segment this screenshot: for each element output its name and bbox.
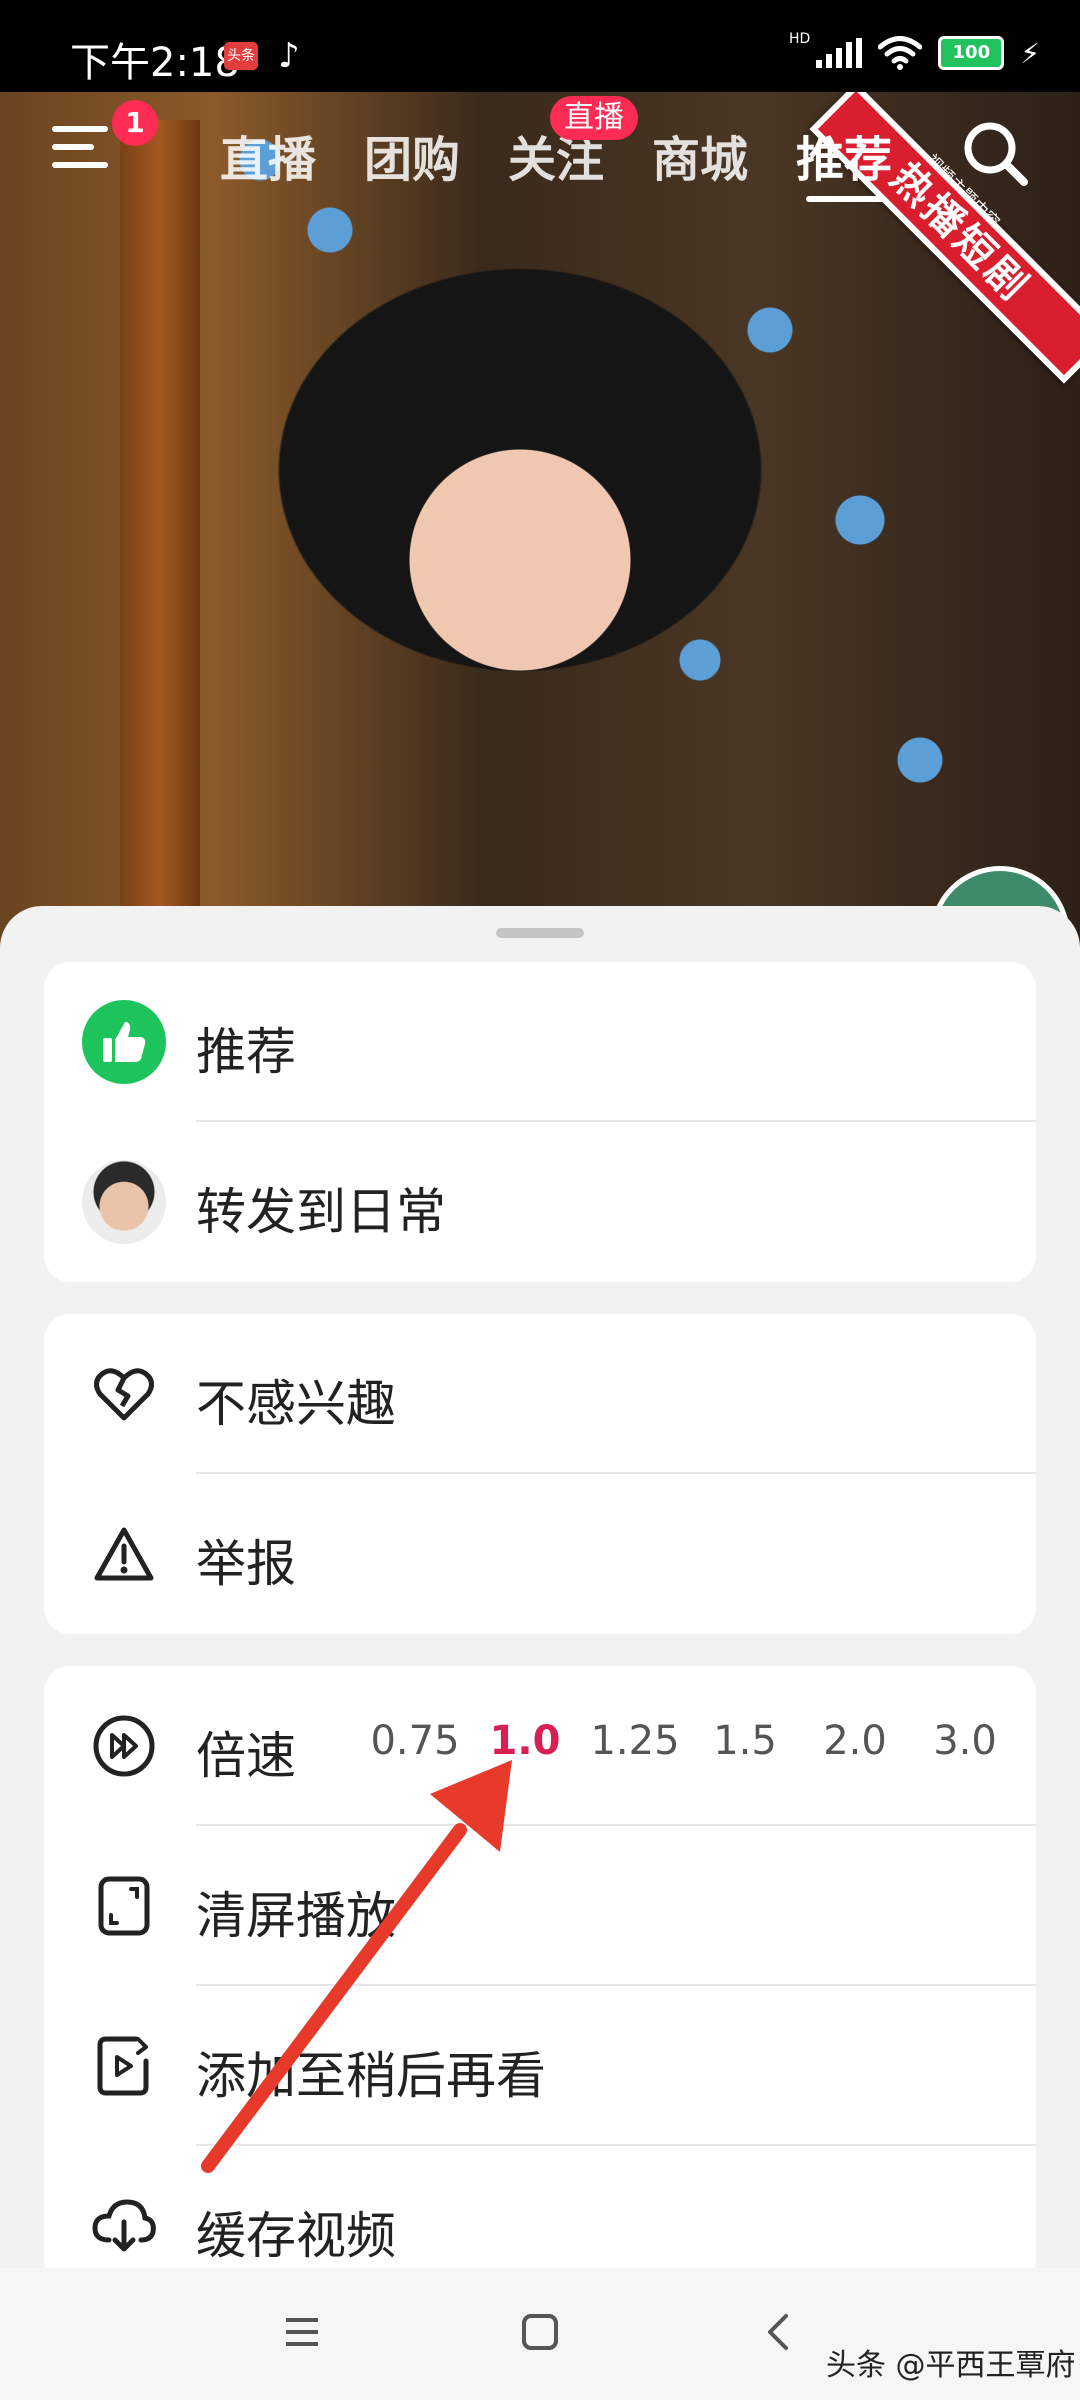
report-label: 举报 (196, 1535, 296, 1593)
speed-option[interactable]: 3.0 (910, 1718, 1020, 1764)
tab-mall[interactable]: 商城 (652, 120, 748, 190)
live-badge: 直播 (550, 96, 638, 140)
wifi-icon (878, 36, 923, 70)
speed-options: 0.75 1.0 1.25 1.5 2.0 3.0 (360, 1718, 1020, 1764)
cache-video-row[interactable]: 缓存视频 (44, 2146, 1036, 2268)
not-interested-row[interactable]: 不感兴趣 (44, 1314, 1036, 1474)
recommend-label: 推荐 (196, 1023, 296, 1081)
speed-option[interactable]: 1.25 (580, 1718, 690, 1764)
avatar (82, 1160, 166, 1244)
active-tab-indicator (806, 196, 886, 202)
charging-icon: ⚡ (1020, 36, 1040, 70)
hd-indicator: HD (789, 31, 811, 47)
toutiao-app-icon: 头条 (224, 42, 258, 70)
report-row[interactable]: 举报 (44, 1474, 1036, 1634)
share-card: 推荐 转发到日常 (44, 962, 1036, 1282)
playback-card: 倍速 0.75 1.0 1.25 1.5 2.0 3.0 清屏播放 添加至稍后再… (44, 1666, 1036, 2268)
not-interested-label: 不感兴趣 (196, 1375, 396, 1433)
thumbs-up-icon (82, 1000, 166, 1084)
repost-daily-label: 转发到日常 (196, 1183, 446, 1241)
tiktok-icon: ♪ (278, 36, 300, 76)
video-frame-pillar (120, 120, 200, 940)
sheet-drag-handle[interactable] (496, 928, 584, 938)
repost-daily-row[interactable]: 转发到日常 (44, 1122, 1036, 1282)
watch-later-icon (97, 2036, 149, 2096)
search-icon[interactable] (960, 118, 1030, 188)
cache-video-label: 缓存视频 (196, 2207, 396, 2265)
tab-live[interactable]: 直播 (220, 120, 316, 190)
battery-icon: 100 (938, 36, 1005, 70)
menu-icon[interactable] (52, 126, 112, 176)
playback-speed-icon (93, 1715, 155, 1777)
watch-later-row[interactable]: 添加至稍后再看 (44, 1986, 1036, 2146)
clear-screen-row[interactable]: 清屏播放 (44, 1826, 1036, 1986)
status-bar: 下午2:18 头条 ♪ HD 100 ⚡ (0, 0, 1080, 92)
speed-option[interactable]: 1.5 (690, 1718, 800, 1764)
recents-icon[interactable] (282, 2312, 322, 2352)
download-cloud-icon (92, 2199, 156, 2252)
top-nav: 1 直播 团购 关注 直播 商城 推荐 (0, 96, 1080, 202)
cell-signal-icon (816, 38, 863, 68)
warning-icon (94, 1527, 154, 1581)
speed-option-selected[interactable]: 1.0 (470, 1718, 580, 1764)
watch-later-label: 添加至稍后再看 (196, 2047, 546, 2105)
more-options-sheet: 推荐 转发到日常 不感兴趣 举报 倍速 0.75 1.0 1.25 1.5 2.… (0, 906, 1080, 2268)
tab-recommend[interactable]: 推荐 (796, 120, 892, 190)
clear-screen-icon (98, 1876, 150, 1936)
notification-badge: 1 (112, 100, 158, 146)
status-time: 下午2:18 (70, 40, 240, 86)
broken-heart-icon (94, 1368, 154, 1421)
back-icon[interactable] (762, 2312, 792, 2352)
speed-option[interactable]: 2.0 (800, 1718, 910, 1764)
speed-option[interactable]: 0.75 (360, 1718, 470, 1764)
speed-label: 倍速 (196, 1727, 296, 1785)
clear-screen-label: 清屏播放 (196, 1887, 396, 1945)
playback-speed-row: 倍速 0.75 1.0 1.25 1.5 2.0 3.0 (44, 1666, 1036, 1826)
recommend-row[interactable]: 推荐 (44, 962, 1036, 1122)
home-icon[interactable] (520, 2312, 560, 2352)
feedback-card: 不感兴趣 举报 (44, 1314, 1036, 1634)
tab-group-buy[interactable]: 团购 (364, 120, 460, 190)
source-watermark: 头条 @平西王覃府 (826, 2348, 1076, 2383)
